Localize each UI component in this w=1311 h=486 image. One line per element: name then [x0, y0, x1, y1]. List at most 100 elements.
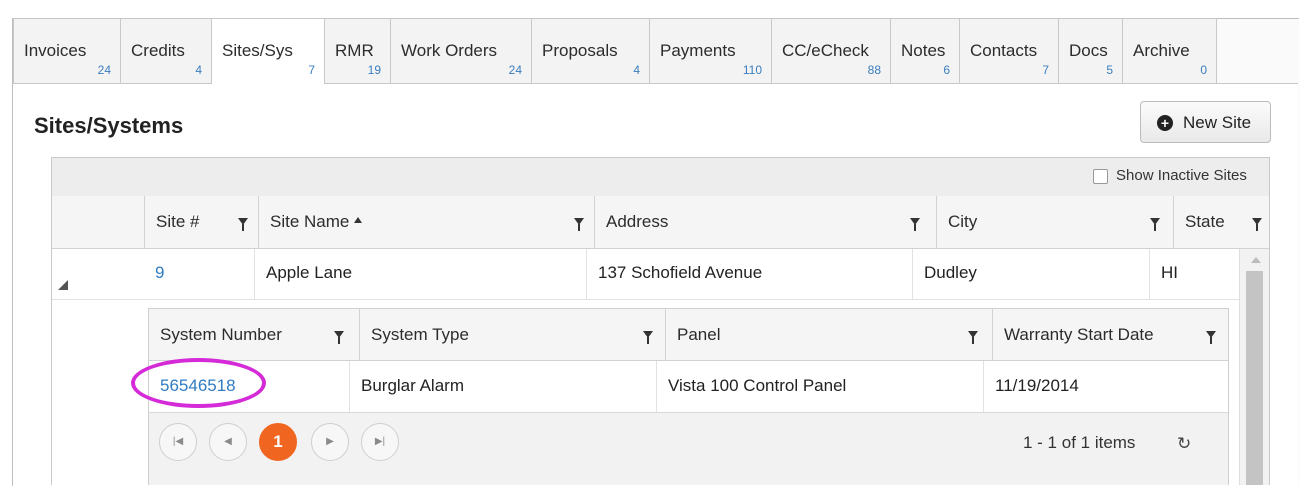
- first-page-button[interactable]: |◀: [159, 423, 197, 461]
- tab-sites-sys[interactable]: Sites/Sys 7: [212, 18, 325, 84]
- site-name-cell: Apple Lane: [254, 249, 590, 299]
- column-label: City: [948, 212, 978, 231]
- tab-contacts[interactable]: Contacts 7: [960, 18, 1059, 83]
- tab-rmr[interactable]: RMR 19: [325, 18, 391, 83]
- scrollbar-thumb[interactable]: [1246, 271, 1263, 485]
- tab-count: 19: [367, 63, 381, 77]
- tab-notes[interactable]: Notes 6: [891, 18, 960, 83]
- site-address: 137 Schofield Avenue: [598, 263, 763, 282]
- system-number-cell: 56546518: [149, 361, 359, 412]
- tab-proposals[interactable]: Proposals 4: [532, 18, 650, 83]
- tab-label: RMR: [335, 41, 374, 60]
- tab-count: 7: [308, 63, 315, 77]
- refresh-icon[interactable]: ↻: [1177, 434, 1191, 454]
- column-label: Site Name: [270, 212, 363, 232]
- column-label: Warranty Start Date: [1004, 325, 1154, 344]
- system-type: Burglar Alarm: [361, 376, 464, 395]
- column-header-site-number[interactable]: Site #: [144, 196, 258, 248]
- tab-count: 24: [508, 63, 522, 77]
- new-site-button[interactable]: + New Site: [1140, 101, 1271, 143]
- tab-cc-echeck[interactable]: CC/eCheck 88: [772, 18, 891, 83]
- tab-label: Work Orders: [401, 41, 498, 60]
- expand-cell: [52, 249, 144, 299]
- column-label: State: [1185, 212, 1225, 231]
- tab-label: Sites/Sys: [222, 41, 293, 60]
- show-inactive-label[interactable]: Show Inactive Sites: [1116, 167, 1247, 184]
- tab-invoices[interactable]: Invoices 24: [13, 18, 121, 83]
- previous-page-button[interactable]: ◀: [209, 423, 247, 461]
- last-page-button[interactable]: ▶|: [361, 423, 399, 461]
- table-row[interactable]: 9 Apple Lane 137 Schofield Avenue Dudley…: [52, 249, 1269, 300]
- column-header-state[interactable]: State: [1173, 196, 1269, 248]
- filter-icon[interactable]: [643, 331, 653, 344]
- filter-icon[interactable]: [910, 218, 920, 231]
- tab-label: Invoices: [24, 41, 87, 60]
- site-number-link[interactable]: 9: [155, 263, 164, 283]
- next-page-button[interactable]: ▶: [311, 423, 349, 461]
- city-cell: Dudley: [912, 249, 1149, 299]
- warranty-start-date: 11/19/2014: [995, 376, 1079, 395]
- tab-label: Archive: [1133, 41, 1190, 60]
- next-page-icon: ▶: [326, 436, 334, 447]
- tab-label: Proposals: [542, 41, 618, 60]
- filter-icon[interactable]: [1150, 218, 1160, 231]
- vertical-scrollbar[interactable]: [1239, 249, 1269, 485]
- tab-count: 0: [1200, 63, 1207, 77]
- column-header-address[interactable]: Address: [594, 196, 920, 248]
- scroll-up-arrow-icon[interactable]: [1251, 257, 1261, 263]
- tab-count: 4: [633, 63, 640, 77]
- column-header-site-name[interactable]: Site Name: [258, 196, 594, 248]
- site-name: Apple Lane: [266, 263, 353, 282]
- tab-payments[interactable]: Payments 110: [650, 18, 772, 83]
- filter-icon[interactable]: [1206, 331, 1216, 344]
- first-page-icon: |◀: [172, 436, 184, 447]
- sites-grid: Show Inactive Sites Site # Site Name Add…: [51, 157, 1270, 485]
- tab-credits[interactable]: Credits 4: [121, 18, 212, 83]
- column-header-warranty-start[interactable]: Warranty Start Date: [992, 309, 1228, 360]
- tab-archive[interactable]: Archive 0: [1123, 18, 1217, 83]
- column-header-panel[interactable]: Panel: [665, 309, 992, 360]
- filter-icon[interactable]: [238, 218, 248, 231]
- tab-docs[interactable]: Docs 5: [1059, 18, 1123, 83]
- panel-cell: Vista 100 Control Panel: [656, 361, 983, 412]
- previous-page-icon: ◀: [224, 436, 232, 447]
- column-label: System Number: [160, 325, 282, 344]
- current-page-button[interactable]: 1: [259, 423, 297, 461]
- filter-icon[interactable]: [574, 218, 584, 231]
- filter-icon[interactable]: [968, 331, 978, 344]
- tab-label: Docs: [1069, 41, 1108, 60]
- table-row[interactable]: 56546518 Burglar Alarm Vista 100 Control…: [149, 361, 1228, 413]
- expand-column-header: [52, 196, 144, 248]
- tab-count: 5: [1106, 63, 1113, 77]
- address-cell: 137 Schofield Avenue: [586, 249, 912, 299]
- warranty-start-cell: 11/19/2014: [983, 361, 1228, 412]
- pager-info: 1 - 1 of 1 items: [1023, 433, 1136, 452]
- tab-count: 6: [943, 63, 950, 77]
- current-page-number: 1: [273, 432, 283, 451]
- tab-count: 110: [742, 63, 762, 77]
- column-header-city[interactable]: City: [936, 196, 1173, 248]
- tab-count: 88: [867, 63, 881, 77]
- site-city: Dudley: [924, 263, 977, 282]
- sort-ascending-icon: [354, 217, 363, 223]
- column-header-system-number[interactable]: System Number: [149, 309, 359, 360]
- site-state: HI: [1161, 263, 1178, 282]
- show-inactive-checkbox[interactable]: [1093, 169, 1108, 184]
- tab-bar: Invoices 24 Credits 4 Sites/Sys 7 RMR 19…: [13, 18, 1217, 84]
- systems-detail-grid: System Number System Type Panel Warranty…: [148, 308, 1229, 485]
- tab-count: 24: [97, 63, 111, 77]
- filter-icon[interactable]: [334, 331, 344, 344]
- site-number-cell: 9: [144, 249, 258, 299]
- collapse-triangle-icon[interactable]: [58, 280, 68, 290]
- system-number-link[interactable]: 56546518: [160, 376, 236, 396]
- tab-work-orders[interactable]: Work Orders 24: [391, 18, 532, 83]
- system-type-cell: Burglar Alarm: [349, 361, 655, 412]
- column-label: Panel: [677, 325, 721, 344]
- new-site-label: New Site: [1183, 113, 1252, 132]
- filter-icon[interactable]: [1252, 218, 1262, 231]
- column-header-system-type[interactable]: System Type: [359, 309, 665, 360]
- last-page-icon: ▶|: [374, 436, 386, 447]
- system-panel: Vista 100 Control Panel: [668, 376, 847, 395]
- systems-header: System Number System Type Panel Warranty…: [149, 309, 1228, 361]
- sites-header: Site # Site Name Address City State: [52, 196, 1269, 249]
